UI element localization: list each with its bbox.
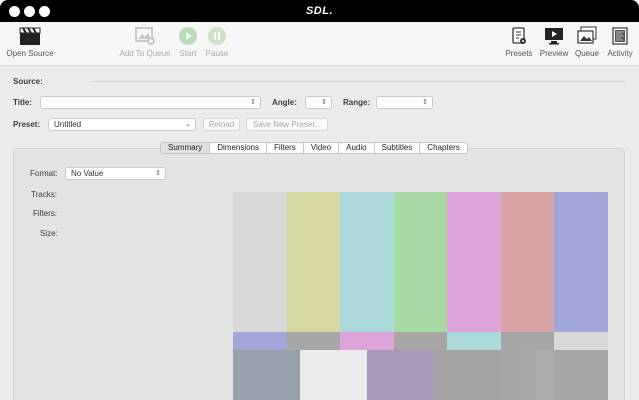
angle-label: Angle: <box>272 98 297 107</box>
save-new-preset-button[interactable]: Save New Preset... <box>246 118 328 131</box>
color-bar <box>554 192 608 332</box>
pause-button[interactable]: Pause <box>205 26 229 58</box>
color-bar <box>554 350 608 400</box>
color-bar <box>536 350 554 400</box>
updown-arrows-icon: ⇕ <box>250 99 256 106</box>
start-label: Start <box>179 49 197 58</box>
tab-dimensions[interactable]: Dimensions <box>210 143 268 153</box>
color-bar <box>519 350 536 400</box>
preset-popup-value: Untitled <box>54 120 82 129</box>
toolbar: Open Source Add To Queue Start Pause Pre… <box>0 22 639 66</box>
preview-thumbnail <box>233 192 608 400</box>
color-bar <box>233 332 287 350</box>
color-bar <box>447 332 501 350</box>
tab-bar: Summary Dimensions Filters Video Audio S… <box>160 142 468 154</box>
tab-chapters[interactable]: Chapters <box>420 143 466 153</box>
tab-video[interactable]: Video <box>304 143 340 153</box>
color-bar <box>340 332 394 350</box>
monitor-icon <box>545 28 563 45</box>
size-label: Size: <box>40 229 58 238</box>
pause-label: Pause <box>205 49 229 58</box>
presets-label: Presets <box>505 49 533 58</box>
title-bar: SDL. <box>0 0 639 22</box>
color-bar <box>501 332 554 350</box>
chevron-down-icon: ⌄ <box>185 121 191 128</box>
color-bar <box>394 192 447 332</box>
format-popup[interactable]: No Value ⇕ <box>65 167 166 180</box>
color-bar <box>367 350 434 400</box>
preview-label: Preview <box>539 49 569 58</box>
queue-icon <box>577 26 597 44</box>
open-source-button[interactable]: Open Source <box>5 26 55 58</box>
color-bar <box>394 332 447 350</box>
color-bar <box>233 192 287 332</box>
color-bar <box>447 192 501 332</box>
preset-label: Preset: <box>13 120 41 129</box>
range-label: Range: <box>343 98 371 107</box>
tab-summary[interactable]: Summary <box>161 143 211 153</box>
preset-popup[interactable]: Untitled ⌄ <box>48 118 196 131</box>
tracks-label: Tracks: <box>31 190 57 199</box>
color-bar <box>501 192 554 332</box>
angle-popup[interactable]: ⇕ <box>305 96 332 109</box>
updown-arrows-icon: ⇕ <box>321 99 327 106</box>
range-popup[interactable]: ⇕ <box>376 96 433 109</box>
format-popup-value: No Value <box>71 169 104 178</box>
add-to-queue-icon <box>135 27 155 45</box>
filters-label: Filters: <box>33 209 57 218</box>
tab-subtitles[interactable]: Subtitles <box>375 143 421 153</box>
activity-label: Activity <box>607 49 633 58</box>
color-bar <box>340 192 394 332</box>
clapperboard-icon <box>19 27 41 45</box>
source-label: Source: <box>13 77 43 86</box>
color-bar <box>287 332 340 350</box>
updown-arrows-icon: ⇕ <box>422 99 428 106</box>
presets-icon <box>512 27 526 44</box>
add-to-queue-label: Add To Queue <box>119 49 171 58</box>
add-to-queue-button[interactable]: Add To Queue <box>117 26 173 58</box>
activity-log-icon <box>612 27 628 45</box>
color-bar <box>233 350 300 400</box>
color-bar <box>501 350 519 400</box>
app-window: SDL. Open Source Add To Queue Start Paus… <box>0 0 639 400</box>
queue-label: Queue <box>574 49 600 58</box>
preview-button[interactable]: Preview <box>538 26 570 58</box>
updown-arrows-icon: ⇕ <box>155 170 161 177</box>
tab-filters[interactable]: Filters <box>267 143 304 153</box>
presets-button[interactable]: Presets <box>504 26 534 58</box>
tab-audio[interactable]: Audio <box>339 143 375 153</box>
open-source-label: Open Source <box>6 49 54 58</box>
title-popup[interactable]: ⇕ <box>40 96 261 109</box>
color-bar <box>434 350 501 400</box>
color-bar <box>287 192 340 332</box>
queue-button[interactable]: Queue <box>573 26 601 58</box>
window-title: SDL. <box>305 5 334 17</box>
pause-icon <box>208 27 226 45</box>
activity-button[interactable]: Activity <box>604 26 636 58</box>
reload-button[interactable]: Reload <box>203 118 240 131</box>
color-bar <box>554 332 608 350</box>
start-button[interactable]: Start <box>177 26 199 58</box>
format-label: Format: <box>30 169 58 178</box>
source-divider <box>90 81 625 82</box>
title-label: Title: <box>13 98 32 107</box>
play-icon <box>179 27 197 45</box>
color-bar <box>300 350 367 400</box>
